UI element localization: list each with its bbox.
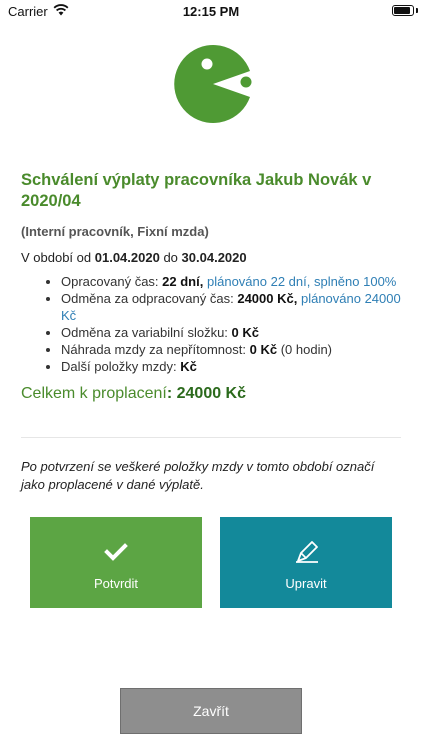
battery-tip [416,8,418,13]
confirm-label: Potvrdit [93,576,139,591]
checkmark-icon [104,543,128,561]
list-item-worked-time: Opracovaný čas: 22 dní, plánováno 22 dní… [61,273,401,290]
worked-time-plan: plánováno 22 dní, splněno 100% [206,274,397,289]
page-title: Schválení výplaty pracovníka Jakub Novák… [21,171,372,210]
list-item-worked-pay: Odměna za odpracovaný čas: 24000 Kč, plá… [61,290,401,324]
pacman-logo-icon [174,44,252,123]
payroll-details: Schválení výplaty pracovníka Jakub Novák… [21,170,401,403]
edit-label: Upravit [285,576,327,591]
worker-type: (Interní pracovník, Fixní mzda) [21,224,209,239]
confirm-button[interactable]: Potvrdit [30,517,202,608]
list-item-other-items: Další položky mzdy: Kč [61,358,401,375]
pencil-icon [296,541,318,563]
divider [21,437,401,438]
total-value: : 24000 Kč [166,385,247,402]
battery-icon [392,5,414,16]
list-item-absence-pay: Náhrada mzdy za nepřítomnost: 0 Kč (0 ho… [61,341,401,358]
status-bar: Carrier 12:15 PM [0,0,422,22]
period-prefix: V období od [21,250,92,265]
list-item-variable-pay: Odměna za variabilní složku: 0 Kč [61,324,401,341]
period-to: 30.04.2020 [181,250,247,265]
period-line: V období od 01.04.2020 do 30.04.2020 [21,250,401,265]
pay-items-list: Opracovaný čas: 22 dní, plánováno 22 dní… [21,273,401,375]
confirmation-note: Po potvrzení se veškeré položky mzdy v t… [21,459,375,492]
period-middle: do [163,250,178,265]
period-from: 01.04.2020 [94,250,160,265]
clock: 12:15 PM [182,4,240,19]
close-button[interactable]: Zavřít [120,688,302,734]
total-label: Celkem k proplacení [21,385,167,402]
total-line: Celkem k proplacení: 24000 Kč [21,385,401,403]
edit-button[interactable]: Upravit [220,517,392,608]
